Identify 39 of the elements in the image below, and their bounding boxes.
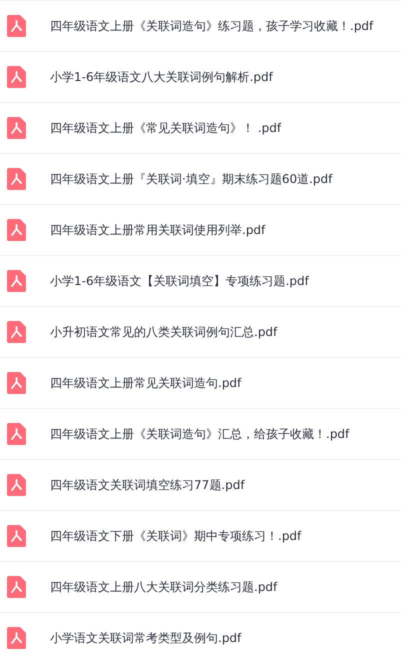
- file-item[interactable]: 四年级语文上册《关联词造句》练习题，孩子学习收藏！.pdf: [0, 0, 401, 51]
- pdf-file-icon: [7, 117, 26, 139]
- file-name: 小学1-6年级语文【关联词填空】专项练习题.pdf: [50, 272, 309, 290]
- file-name: 小学语文关联词常考类型及例句.pdf: [50, 630, 242, 646]
- file-name: 小学1-6年级语文八大关联词例句解析.pdf: [50, 68, 273, 86]
- file-item[interactable]: 四年级语文上册常用关联词使用列举.pdf: [0, 204, 401, 255]
- file-item[interactable]: 四年级语文上册常见关联词造句.pdf: [0, 357, 401, 408]
- file-item[interactable]: 四年级语文上册『关联词·填空』期末练习题60道.pdf: [0, 153, 401, 204]
- pdf-file-icon: [7, 270, 26, 292]
- file-name: 四年级语文上册常用关联词使用列举.pdf: [50, 222, 266, 238]
- file-name: 四年级语文上册常见关联词造句.pdf: [50, 374, 242, 392]
- file-name: 小升初语文常见的八类关联词例句汇总.pdf: [50, 324, 278, 340]
- file-name: 四年级语文上册『关联词·填空』期末练习题60道.pdf: [50, 170, 332, 188]
- pdf-file-icon: [7, 474, 26, 496]
- file-name: 四年级语文下册《关联词》期中专项练习！.pdf: [50, 528, 302, 544]
- pdf-file-icon: [7, 15, 26, 37]
- file-name: 四年级语文关联词填空练习77题.pdf: [50, 476, 245, 494]
- file-name: 四年级语文上册八大关联词分类练习题.pdf: [50, 578, 278, 596]
- pdf-file-icon: [7, 66, 26, 88]
- file-item[interactable]: 四年级语文上册八大关联词分类练习题.pdf: [0, 561, 401, 612]
- pdf-file-icon: [7, 423, 26, 445]
- pdf-file-icon: [7, 219, 26, 241]
- pdf-file-icon: [7, 168, 26, 190]
- pdf-file-icon: [7, 525, 26, 547]
- file-item[interactable]: 小升初语文常见的八类关联词例句汇总.pdf: [0, 306, 401, 357]
- file-item[interactable]: 小学1-6年级语文【关联词填空】专项练习题.pdf: [0, 255, 401, 306]
- file-name: 四年级语文上册《常见关联词造句》！ .pdf: [50, 120, 282, 136]
- file-item[interactable]: 小学1-6年级语文八大关联词例句解析.pdf: [0, 51, 401, 102]
- pdf-file-icon: [7, 627, 26, 649]
- file-item[interactable]: 四年级语文上册《常见关联词造句》！ .pdf: [0, 102, 401, 153]
- file-name: 四年级语文上册《关联词造句》汇总，给孩子收藏！.pdf: [50, 426, 350, 442]
- pdf-file-icon: [7, 321, 26, 343]
- file-item[interactable]: 四年级语文上册《关联词造句》汇总，给孩子收藏！.pdf: [0, 408, 401, 459]
- file-name: 四年级语文上册《关联词造句》练习题，孩子学习收藏！.pdf: [50, 18, 374, 34]
- pdf-file-icon: [7, 576, 26, 598]
- file-item[interactable]: 四年级语文下册《关联词》期中专项练习！.pdf: [0, 510, 401, 561]
- pdf-file-icon: [7, 372, 26, 394]
- file-item[interactable]: 四年级语文关联词填空练习77题.pdf: [0, 459, 401, 510]
- file-item[interactable]: 小学语文关联词常考类型及例句.pdf: [0, 612, 401, 657]
